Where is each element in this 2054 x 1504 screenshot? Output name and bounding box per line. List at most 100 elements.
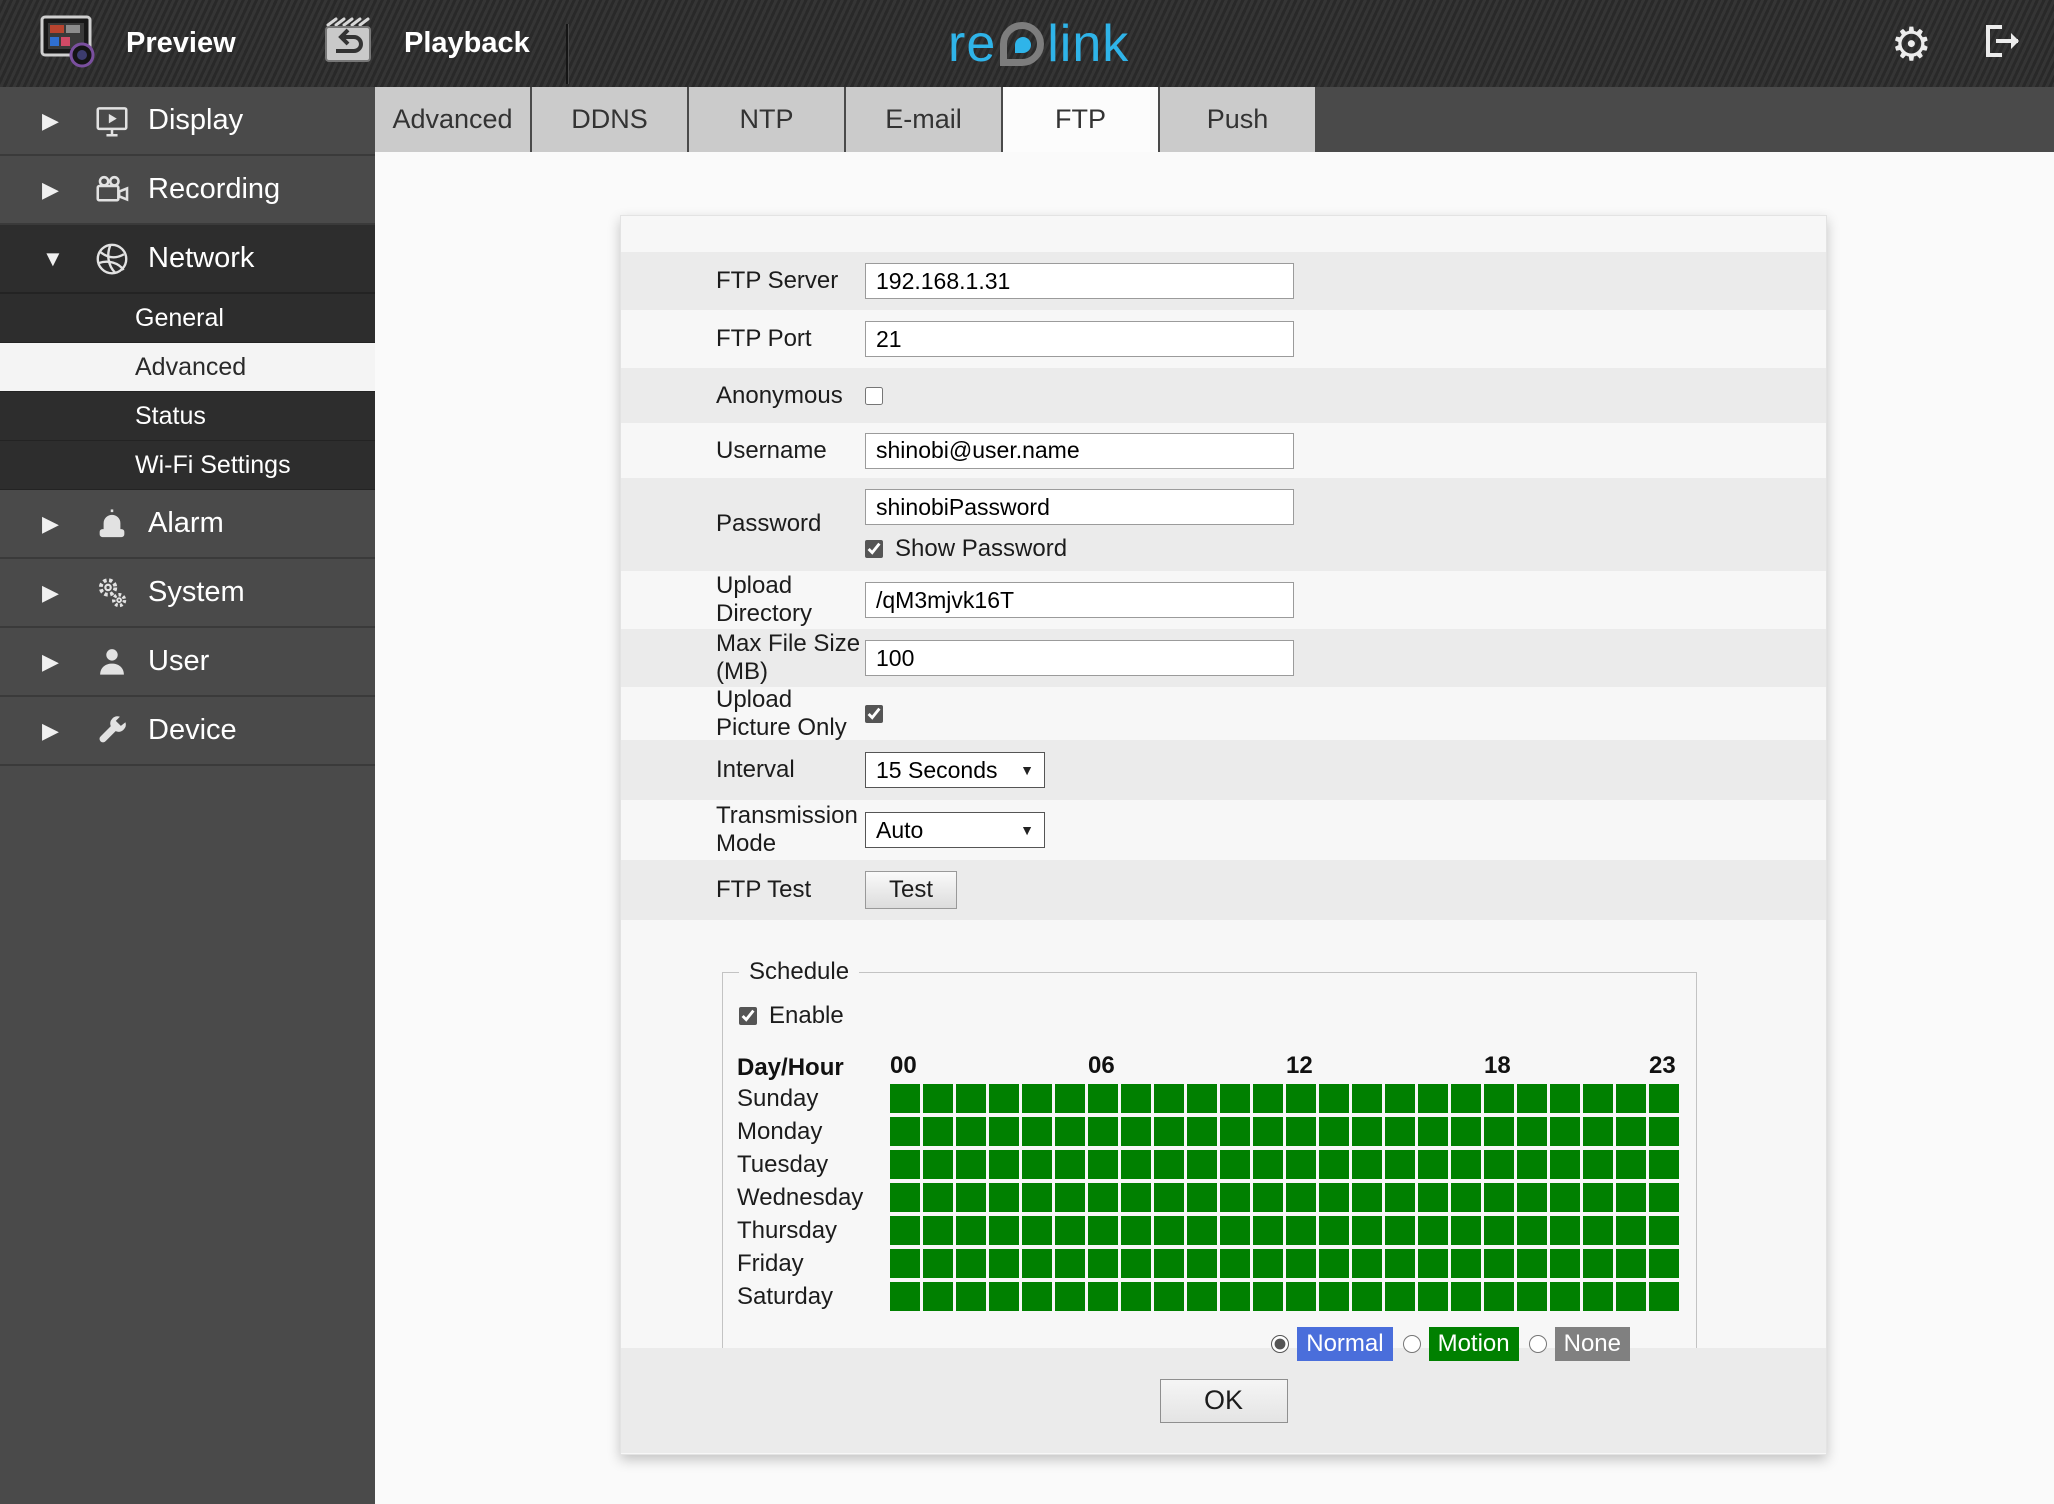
schedule-cell[interactable]: [1352, 1084, 1382, 1113]
schedule-cell[interactable]: [1451, 1249, 1481, 1278]
schedule-cell[interactable]: [1649, 1249, 1679, 1278]
anonymous-checkbox[interactable]: [865, 386, 883, 405]
schedule-cell[interactable]: [1121, 1282, 1151, 1311]
schedule-cell[interactable]: [1253, 1183, 1283, 1212]
schedule-cell[interactable]: [1253, 1150, 1283, 1179]
schedule-cell[interactable]: [923, 1117, 953, 1146]
schedule-cell[interactable]: [1286, 1084, 1316, 1113]
schedule-cell[interactable]: [1319, 1183, 1349, 1212]
schedule-cell[interactable]: [1418, 1117, 1448, 1146]
schedule-cell[interactable]: [1385, 1150, 1415, 1179]
schedule-cell[interactable]: [1484, 1249, 1514, 1278]
schedule-cell[interactable]: [956, 1216, 986, 1245]
schedule-cell[interactable]: [956, 1150, 986, 1179]
sidebar-item-network[interactable]: ▼ Network: [0, 225, 375, 294]
schedule-cell[interactable]: [1352, 1183, 1382, 1212]
schedule-cell[interactable]: [1154, 1084, 1184, 1113]
schedule-cell[interactable]: [1352, 1216, 1382, 1245]
schedule-cell[interactable]: [1451, 1183, 1481, 1212]
schedule-cell[interactable]: [1451, 1216, 1481, 1245]
sidebar-item-alarm[interactable]: ▶ Alarm: [0, 490, 375, 559]
schedule-cell[interactable]: [1616, 1150, 1646, 1179]
sidebar-item-system[interactable]: ▶ System: [0, 559, 375, 628]
schedule-cell[interactable]: [1484, 1216, 1514, 1245]
schedule-cell[interactable]: [923, 1084, 953, 1113]
schedule-cell[interactable]: [1253, 1216, 1283, 1245]
schedule-cell[interactable]: [1550, 1249, 1580, 1278]
schedule-cell[interactable]: [989, 1282, 1019, 1311]
schedule-cell[interactable]: [1616, 1249, 1646, 1278]
schedule-cell[interactable]: [1616, 1117, 1646, 1146]
schedule-cell[interactable]: [1055, 1183, 1085, 1212]
schedule-cell[interactable]: [1220, 1216, 1250, 1245]
tab-ddns[interactable]: DDNS: [532, 87, 687, 152]
schedule-cell[interactable]: [1550, 1084, 1580, 1113]
schedule-cell[interactable]: [923, 1282, 953, 1311]
schedule-cell[interactable]: [1187, 1084, 1217, 1113]
schedule-cell[interactable]: [989, 1150, 1019, 1179]
schedule-cell[interactable]: [1022, 1150, 1052, 1179]
schedule-cell[interactable]: [1088, 1216, 1118, 1245]
schedule-cell[interactable]: [1418, 1183, 1448, 1212]
schedule-cell[interactable]: [1286, 1282, 1316, 1311]
schedule-cell[interactable]: [1616, 1183, 1646, 1212]
tab-ftp[interactable]: FTP: [1003, 87, 1158, 152]
schedule-cell[interactable]: [1187, 1249, 1217, 1278]
schedule-cell[interactable]: [890, 1150, 920, 1179]
gear-icon[interactable]: ⚙: [1891, 21, 1932, 67]
schedule-cell[interactable]: [1616, 1282, 1646, 1311]
schedule-cell[interactable]: [1121, 1150, 1151, 1179]
ftp-port-input[interactable]: [865, 321, 1294, 357]
schedule-cell[interactable]: [1517, 1282, 1547, 1311]
schedule-cell[interactable]: [1418, 1150, 1448, 1179]
schedule-cell[interactable]: [1352, 1150, 1382, 1179]
schedule-cell[interactable]: [1154, 1249, 1184, 1278]
schedule-cell[interactable]: [1220, 1084, 1250, 1113]
schedule-cell[interactable]: [1055, 1282, 1085, 1311]
schedule-cell[interactable]: [1187, 1282, 1217, 1311]
schedule-cell[interactable]: [1286, 1216, 1316, 1245]
schedule-cell[interactable]: [1616, 1084, 1646, 1113]
schedule-cell[interactable]: [1121, 1183, 1151, 1212]
upload-directory-input[interactable]: [865, 582, 1294, 618]
schedule-cell[interactable]: [1451, 1117, 1481, 1146]
schedule-cell[interactable]: [956, 1249, 986, 1278]
schedule-cell[interactable]: [923, 1150, 953, 1179]
schedule-cell[interactable]: [1517, 1150, 1547, 1179]
sidebar-subitem-wifi-settings[interactable]: Wi-Fi Settings: [0, 441, 375, 490]
brush-radio-none[interactable]: [1528, 1335, 1547, 1353]
show-password-checkbox[interactable]: [865, 540, 883, 558]
ok-button[interactable]: OK: [1159, 1378, 1288, 1423]
schedule-cell[interactable]: [1220, 1117, 1250, 1146]
schedule-cell[interactable]: [956, 1117, 986, 1146]
schedule-cell[interactable]: [1154, 1150, 1184, 1179]
schedule-cell[interactable]: [1352, 1117, 1382, 1146]
schedule-cell[interactable]: [1022, 1117, 1052, 1146]
schedule-cell[interactable]: [1286, 1117, 1316, 1146]
schedule-cell[interactable]: [1055, 1249, 1085, 1278]
schedule-cell[interactable]: [1253, 1117, 1283, 1146]
schedule-cell[interactable]: [1517, 1249, 1547, 1278]
schedule-cell[interactable]: [1154, 1282, 1184, 1311]
schedule-cell[interactable]: [923, 1216, 953, 1245]
schedule-cell[interactable]: [890, 1084, 920, 1113]
max-file-size-input[interactable]: [865, 640, 1294, 676]
schedule-cell[interactable]: [1319, 1150, 1349, 1179]
schedule-cell[interactable]: [989, 1117, 1019, 1146]
schedule-cell[interactable]: [989, 1216, 1019, 1245]
schedule-cell[interactable]: [1022, 1216, 1052, 1245]
schedule-cell[interactable]: [989, 1183, 1019, 1212]
schedule-cell[interactable]: [1319, 1282, 1349, 1311]
schedule-cell[interactable]: [1583, 1249, 1613, 1278]
schedule-cell[interactable]: [1649, 1282, 1679, 1311]
schedule-cell[interactable]: [1055, 1150, 1085, 1179]
schedule-cell[interactable]: [1484, 1183, 1514, 1212]
schedule-cell[interactable]: [1121, 1117, 1151, 1146]
schedule-cell[interactable]: [1088, 1282, 1118, 1311]
schedule-cell[interactable]: [1418, 1216, 1448, 1245]
tab-email[interactable]: E-mail: [846, 87, 1001, 152]
schedule-cell[interactable]: [1550, 1117, 1580, 1146]
schedule-cell[interactable]: [1286, 1183, 1316, 1212]
password-input[interactable]: [865, 489, 1294, 525]
schedule-cell[interactable]: [1055, 1084, 1085, 1113]
